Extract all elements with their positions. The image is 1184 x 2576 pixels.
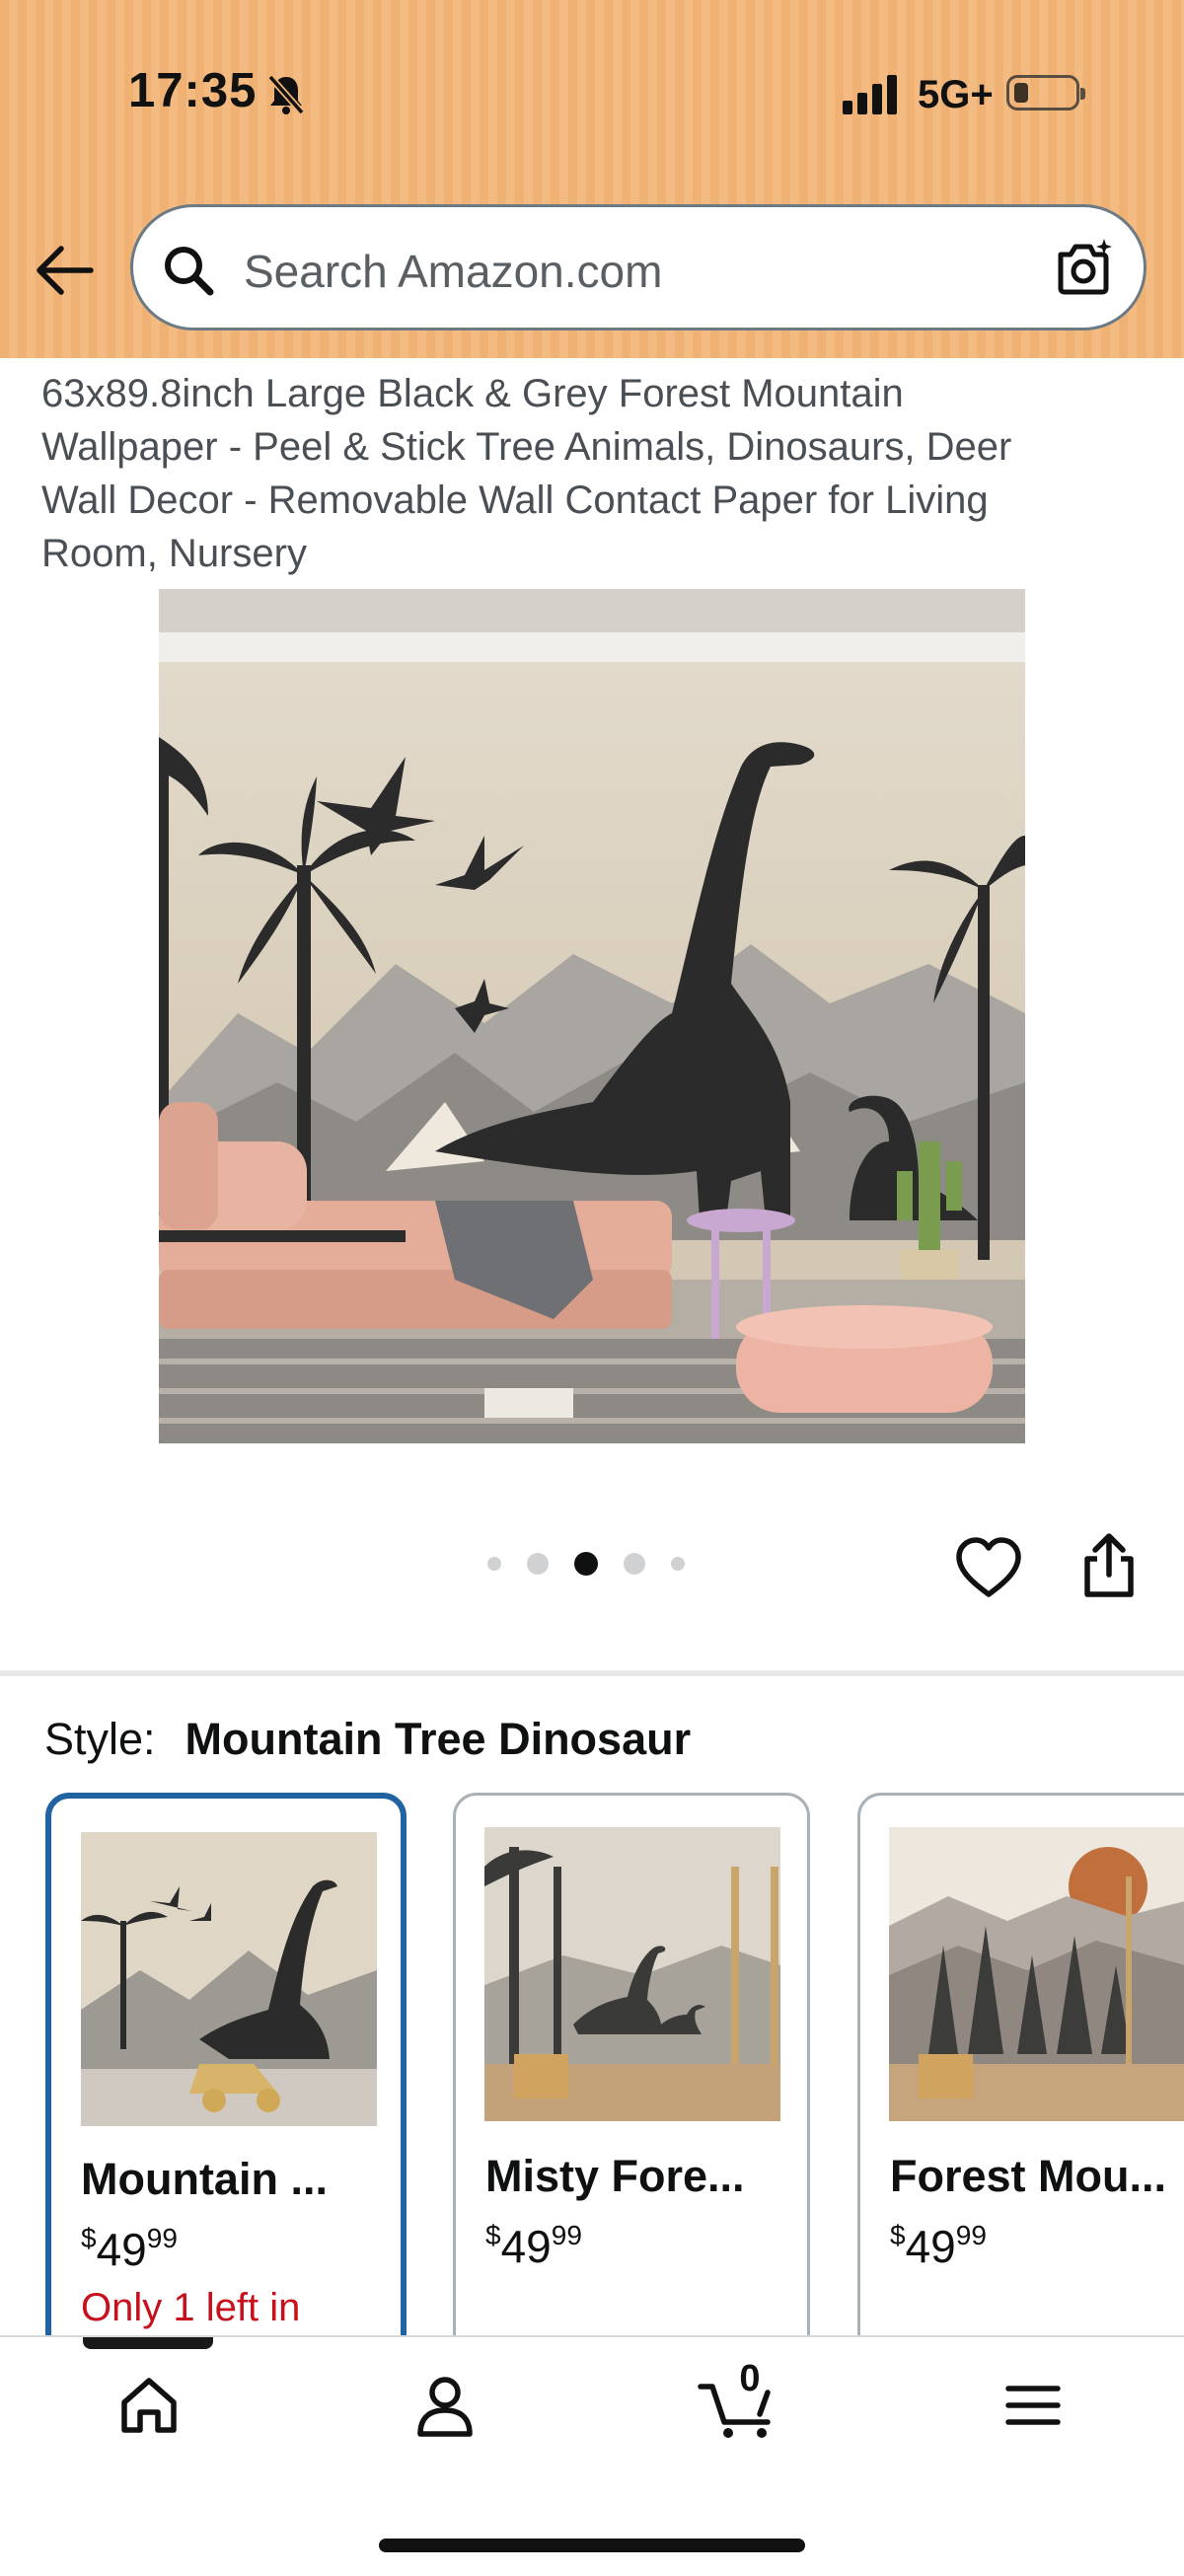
silent-bell-icon bbox=[267, 74, 305, 115]
style-option-name: Misty Fore... bbox=[485, 2151, 745, 2201]
price-cents: 99 bbox=[551, 2220, 582, 2250]
price-currency: $ bbox=[485, 2220, 501, 2250]
back-arrow-icon[interactable] bbox=[34, 243, 95, 298]
price-dollars: 49 bbox=[96, 2224, 147, 2275]
cell-signal-icon bbox=[843, 71, 897, 114]
menu-icon[interactable] bbox=[1004, 2383, 1062, 2428]
style-option-name: Mountain ... bbox=[81, 2154, 328, 2204]
style-option-card-selected[interactable]: Mountain ... $4999 Only 1 left in bbox=[45, 1793, 407, 2335]
price-currency: $ bbox=[890, 2220, 906, 2250]
search-bar[interactable]: Search Amazon.com bbox=[130, 204, 1147, 331]
price-cents: 99 bbox=[146, 2223, 178, 2253]
battery-icon bbox=[1006, 75, 1085, 110]
search-icon bbox=[165, 247, 214, 296]
product-title: 63x89.8inch Large Black & Grey Forest Mo… bbox=[41, 372, 1012, 575]
home-icon[interactable] bbox=[116, 2373, 182, 2438]
style-option-card[interactable]: Misty Fore... $4999 bbox=[453, 1793, 810, 2335]
product-image[interactable] bbox=[159, 589, 1025, 1443]
style-option-thumbnail bbox=[484, 1827, 780, 2121]
network-type: 5G+ bbox=[918, 73, 994, 116]
carousel-dot[interactable] bbox=[527, 1553, 549, 1575]
price-dollars: 49 bbox=[500, 2221, 552, 2272]
search-input[interactable]: Search Amazon.com bbox=[244, 245, 662, 298]
share-icon[interactable] bbox=[1079, 1531, 1139, 1598]
style-option-card[interactable]: Forest Mou... $4999 bbox=[857, 1793, 1184, 2335]
style-label: Style: bbox=[44, 1714, 156, 1764]
style-option-thumbnail bbox=[81, 1832, 377, 2126]
style-options-carousel[interactable]: Mountain ... $4999 Only 1 left in Misty … bbox=[0, 1793, 1184, 2335]
cart-count-badge: 0 bbox=[739, 2358, 761, 2399]
camera-search-icon[interactable] bbox=[1051, 235, 1116, 300]
status-bar: 17:35 5G+ bbox=[0, 0, 1184, 187]
carousel-dot[interactable] bbox=[487, 1557, 501, 1571]
style-option-price: $4999 bbox=[81, 2223, 178, 2276]
image-carousel-dots[interactable] bbox=[487, 1552, 685, 1576]
carousel-dot[interactable] bbox=[624, 1553, 645, 1575]
active-tab-indicator bbox=[83, 2337, 213, 2349]
style-option-thumbnail bbox=[889, 1827, 1184, 2121]
style-selected-value: Mountain Tree Dinosaur bbox=[185, 1714, 692, 1764]
status-time: 17:35 bbox=[128, 64, 258, 117]
price-currency: $ bbox=[81, 2223, 97, 2253]
stock-warning: Only 1 left in bbox=[81, 2286, 301, 2329]
carousel-dot[interactable] bbox=[671, 1557, 685, 1571]
app-header: 17:35 5G+ Search Amazon.com bbox=[0, 0, 1184, 358]
style-option-price: $4999 bbox=[890, 2220, 987, 2273]
price-cents: 99 bbox=[955, 2220, 987, 2250]
style-option-price: $4999 bbox=[485, 2220, 582, 2273]
price-dollars: 49 bbox=[905, 2221, 956, 2272]
home-indicator[interactable] bbox=[379, 2539, 805, 2552]
heart-icon[interactable] bbox=[953, 1535, 1024, 1600]
section-divider bbox=[0, 1670, 1184, 1676]
carousel-dot-active[interactable] bbox=[574, 1552, 598, 1576]
account-icon[interactable] bbox=[412, 2373, 478, 2438]
style-header: Style: Mountain Tree Dinosaur bbox=[44, 1714, 691, 1765]
style-option-name: Forest Mou... bbox=[890, 2151, 1166, 2201]
